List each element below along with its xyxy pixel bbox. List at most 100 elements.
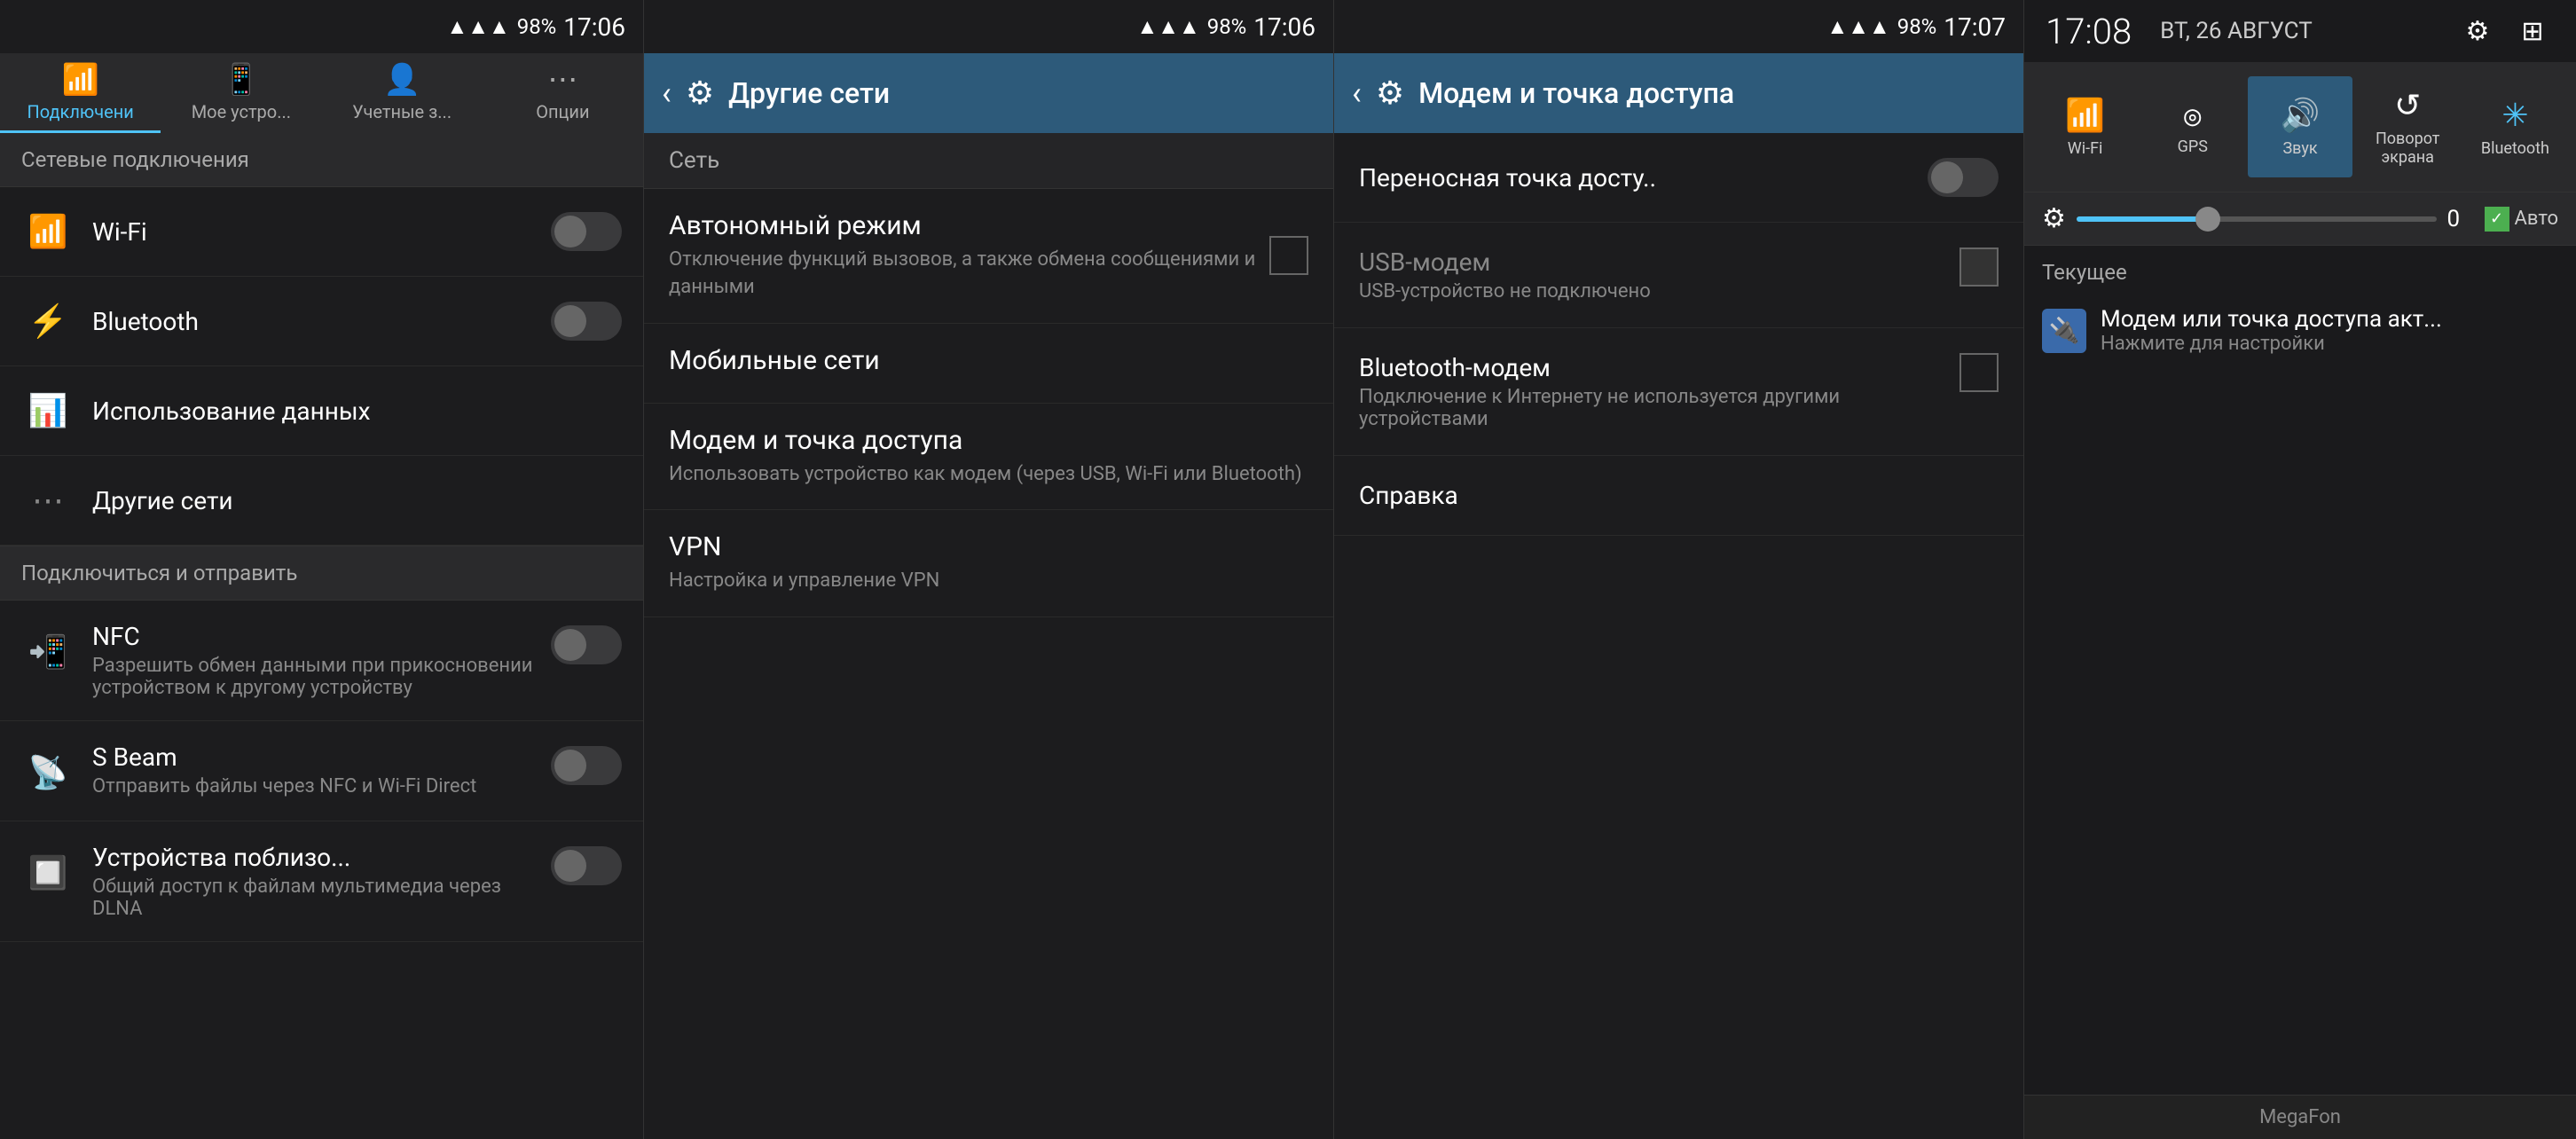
vpn-subtitle: Настройка и управление VPN [669,568,1308,595]
back-button-2[interactable]: ‹ [662,75,671,112]
qs-date: ВТ, 26 АВГУСТ [2160,18,2313,44]
nfc-toggle-knob [554,629,586,661]
panel-other-networks: ▲▲▲ 98% 17:06 ‹ ⚙ Другие сети Сеть Автон… [644,0,1334,1139]
airplane-content: Автономный режим Отключение функций вызо… [669,210,1269,302]
settings-item-nearby[interactable]: 🔲 Устройства поблизо... Общий доступ к ф… [0,821,643,942]
tab-icon-options: ⋯ [547,62,577,98]
qs-gps-label: GPS [2178,137,2208,156]
net-item-vpn[interactable]: VPN Настройка и управление VPN [644,510,1333,617]
tab-my-device[interactable]: 📱 Мое устро... [161,53,321,133]
grid-icon-qs[interactable]: ⊞ [2510,9,2555,53]
modem-title: Модем и точка доступа [669,425,1308,456]
airplane-checkbox[interactable] [1269,236,1308,275]
settings-item-bt-modem[interactable]: Bluetooth-модем Подключение к Интернету … [1334,328,2023,456]
settings-item-wifi[interactable]: 📶 Wi-Fi [0,187,643,277]
settings-item-help[interactable]: Справка [1334,456,2023,536]
bluetooth-text: Bluetooth [92,307,551,336]
qs-tile-sound[interactable]: 🔊 Звук [2248,76,2352,177]
tab-connected[interactable]: 📶 Подключени [0,53,161,133]
airplane-subtitle: Отключение функций вызовов, а также обме… [669,247,1269,302]
nfc-title: NFC [92,622,551,651]
tab-label-connected: Подключени [27,101,133,122]
nearby-toggle[interactable] [551,846,622,885]
wifi-icon: 📶 [21,205,75,258]
wifi-toggle[interactable] [551,212,622,251]
status-icons-3: ▲▲▲ 98% 17:07 [1826,12,2006,42]
tab-bar-1: 📶 Подключени 📱 Мое устро... 👤 Учетные з.… [0,53,643,133]
tab-label-accounts: Учетные з... [352,101,452,122]
airplane-title: Автономный режим [669,210,1269,241]
usb-modem-checkbox[interactable] [1959,247,1999,287]
settings-item-hotspot[interactable]: Переносная точка досту.. [1334,133,2023,223]
mobile-title: Мобильные сети [669,345,1308,376]
notif-title: Модем или точка доступа акт... [2101,306,2558,333]
signal-icon-1: ▲▲▲ [446,14,509,40]
qs-bluetooth-icon: ✳ [2501,97,2528,134]
settings-item-sbeam[interactable]: 📡 S Beam Отправить файлы через NFC и Wi-… [0,721,643,821]
qs-tile-wifi[interactable]: 📶 Wi-Fi [2033,76,2137,177]
time-1: 17:06 [563,12,625,42]
action-bar-3: ‹ ⚙ Модем и точка доступа [1334,53,2023,133]
brightness-fill [2077,216,2203,222]
bt-modem-subtitle: Подключение к Интернету не используется … [1359,386,1959,430]
qs-tile-bluetooth[interactable]: ✳ Bluetooth [2463,76,2567,177]
other-networks-title: Другие сети [92,486,622,515]
qs-sound-icon: 🔊 [2281,97,2321,134]
nfc-toggle[interactable] [551,625,622,664]
net-item-mobile[interactable]: Мобильные сети [644,324,1333,404]
status-bar-2: ▲▲▲ 98% 17:06 [644,0,1333,53]
tab-options[interactable]: ⋯ Опции [483,53,643,133]
usb-modem-text: USB-модем USB-устройство не подключено [1359,247,1959,302]
settings-item-bluetooth[interactable]: ⚡ Bluetooth [0,277,643,366]
notif-subtitle: Нажмите для настройки [2101,333,2558,355]
tab-label-options: Опции [536,101,589,122]
nfc-icon: 📲 [21,625,75,679]
nfc-subtitle: Разрешить обмен данными при прикосновени… [92,655,551,699]
brightness-slider[interactable] [2077,216,2437,222]
qs-rotate-label: Поворот экрана [2360,130,2456,167]
settings-item-usb-modem[interactable]: USB-модем USB-устройство не подключено [1334,223,2023,328]
bluetooth-toggle-knob [554,305,586,337]
net-item-modem[interactable]: Модем и точка доступа Использовать устро… [644,404,1333,511]
qs-current-section: Текущее [2024,246,2576,292]
modem-subtitle: Использовать устройство как модем (через… [669,461,1308,489]
qs-carrier-bar: MegaFon [2024,1095,2576,1139]
auto-brightness-toggle[interactable]: ✓ Авто [2485,207,2558,232]
qs-gps-icon: ◎ [2184,98,2201,132]
usb-modem-title: USB-модем [1359,247,1959,277]
notif-icon: 🔌 [2042,309,2086,353]
sbeam-title: S Beam [92,742,551,772]
bt-modem-checkbox[interactable] [1959,353,1999,392]
settings-item-nfc[interactable]: 📲 NFC Разрешить обмен данными при прикос… [0,601,643,721]
hotspot-toggle-knob [1931,161,1963,193]
battery-text-2: 98% [1207,14,1247,39]
hotspot-title: Переносная точка досту.. [1359,163,1928,192]
bluetooth-toggle[interactable] [551,302,622,341]
status-icons-2: ▲▲▲ 98% 17:06 [1136,12,1315,42]
signal-icon-2: ▲▲▲ [1136,14,1199,40]
settings-icon-qs[interactable]: ⚙ [2455,9,2500,53]
qs-tile-gps[interactable]: ◎ GPS [2140,76,2244,177]
sbeam-subtitle: Отправить файлы через NFC и Wi-Fi Direct [92,775,551,797]
hotspot-toggle[interactable] [1928,158,1999,197]
settings-item-data-usage[interactable]: 📊 Использование данных [0,366,643,456]
wifi-toggle-knob [554,216,586,247]
gear-icon-3: ⚙ [1376,75,1404,112]
data-usage-text: Использование данных [92,397,622,426]
qs-tile-rotate[interactable]: ↺ Поворот экрана [2356,76,2460,177]
other-networks-text: Другие сети [92,486,622,515]
qs-notification[interactable]: 🔌 Модем или точка доступа акт... Нажмите… [2024,292,2576,369]
sbeam-toggle[interactable] [551,746,622,785]
status-icons-1: ▲▲▲ 98% 17:06 [446,12,625,42]
airplane-row: Автономный режим Отключение функций вызо… [669,210,1308,302]
settings-item-other-networks[interactable]: ⋯ Другие сети [0,456,643,546]
wifi-text: Wi-Fi [92,217,551,247]
qs-wifi-label: Wi-Fi [2068,139,2103,158]
back-button-3[interactable]: ‹ [1352,75,1362,112]
qs-rotate-icon: ↺ [2394,87,2421,124]
battery-text-3: 98% [1897,14,1937,39]
help-text: Справка [1359,481,1999,510]
net-item-airplane[interactable]: Автономный режим Отключение функций вызо… [644,189,1333,324]
tab-accounts[interactable]: 👤 Учетные з... [322,53,483,133]
wifi-title: Wi-Fi [92,217,551,247]
